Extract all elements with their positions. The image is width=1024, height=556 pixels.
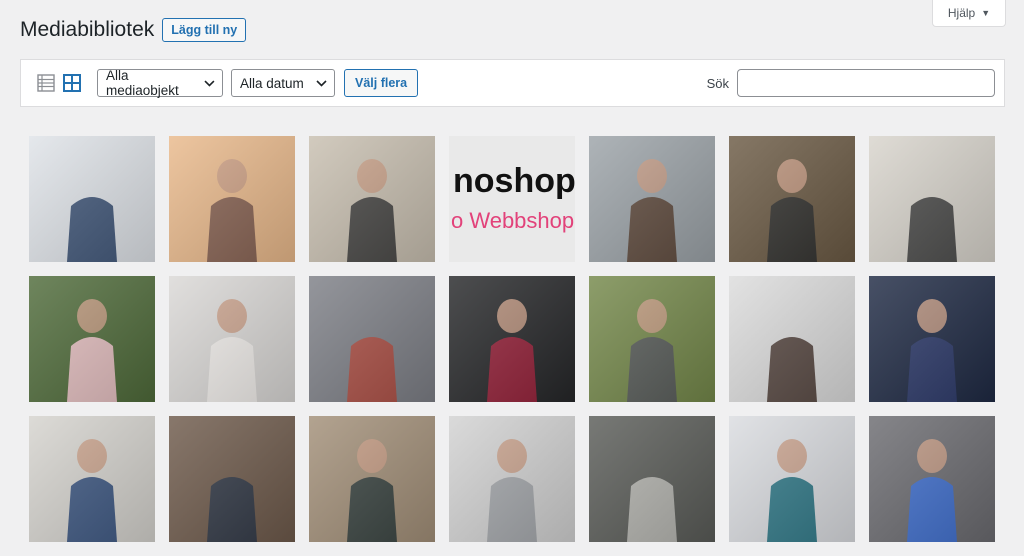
- chevron-down-icon: [316, 79, 327, 87]
- help-tab[interactable]: Hjälp ▼: [932, 0, 1006, 27]
- media-thumbnail-man-gray-tshirt[interactable]: [449, 416, 575, 542]
- caret-down-icon: ▼: [981, 8, 991, 18]
- add-new-button[interactable]: Lägg till ny: [162, 18, 247, 42]
- media-thumbnail-man-boots-bag[interactable]: [589, 136, 715, 262]
- media-grid: noshop o Webbshop: [29, 136, 995, 542]
- search-label: Sök: [706, 75, 729, 91]
- media-thumbnail-boots-forest[interactable]: [729, 136, 855, 262]
- thumbnail-image: [169, 136, 295, 262]
- thumbnail-image: [729, 276, 855, 402]
- thumbnail-image: noshop o Webbshop: [449, 136, 575, 262]
- thumbnail-image: [29, 276, 155, 402]
- search-input[interactable]: [737, 69, 995, 97]
- media-thumbnail-gray-vest-bowtie[interactable]: [589, 276, 715, 402]
- media-thumbnail-webbshop-logo[interactable]: noshop o Webbshop: [449, 136, 575, 262]
- media-thumbnail-woman-blonde-hair[interactable]: [169, 136, 295, 262]
- media-thumbnail-gray-knit-scarf[interactable]: [589, 416, 715, 542]
- thumbnail-image: [589, 276, 715, 402]
- select-multiple-button[interactable]: Välj flera: [344, 69, 419, 97]
- media-thumbnail-man-tshirt-print[interactable]: [729, 276, 855, 402]
- media-thumbnail-man-teal-tshirt[interactable]: [729, 416, 855, 542]
- media-thumbnail-jeans-beach[interactable]: [29, 416, 155, 542]
- thumbnail-image: [29, 136, 155, 262]
- media-thumbnail-navy-suit-dotted-tie[interactable]: [869, 276, 995, 402]
- media-thumbnail-sunglasses-striped-shirt[interactable]: [29, 136, 155, 262]
- thumbnail-image: [169, 276, 295, 402]
- date-filter-value: Alla datum: [240, 75, 304, 91]
- media-thumbnail-clothing-rack-store[interactable]: [309, 136, 435, 262]
- media-type-value: Alla mediaobjekt: [106, 68, 179, 98]
- thumbnail-image: [309, 276, 435, 402]
- logo-subtext: o Webbshop: [451, 208, 574, 233]
- help-label: Hjälp: [947, 6, 976, 20]
- logo-text: noshop: [453, 162, 575, 200]
- media-thumbnail-blue-sneakers[interactable]: [869, 416, 995, 542]
- thumbnail-image: [29, 416, 155, 542]
- thumbnail-image: [309, 136, 435, 262]
- thumbnail-image: [729, 136, 855, 262]
- media-thumbnail-suit-red-tie[interactable]: [449, 276, 575, 402]
- grid-view-icon[interactable]: [61, 72, 83, 94]
- thumbnail-image: [869, 136, 995, 262]
- page-title: Mediabibliotek: [20, 18, 155, 41]
- media-thumbnail-girl-cat-sweater[interactable]: [869, 136, 995, 262]
- chevron-down-icon: [204, 79, 215, 87]
- thumbnail-image: [449, 416, 575, 542]
- thumbnail-image: [449, 276, 575, 402]
- media-type-filter[interactable]: Alla mediaobjekt: [97, 68, 223, 98]
- thumbnail-image: [869, 416, 995, 542]
- media-toolbar: Alla mediaobjekt Alla datum Välj flera S…: [20, 59, 1005, 107]
- thumbnail-image: [729, 416, 855, 542]
- list-view-icon[interactable]: [35, 72, 57, 94]
- thumbnail-image: [589, 416, 715, 542]
- media-thumbnail-pink-sneakers[interactable]: [29, 276, 155, 402]
- thumbnail-image: [869, 276, 995, 402]
- date-filter[interactable]: Alla datum: [231, 69, 335, 97]
- thumbnail-image: [309, 416, 435, 542]
- media-thumbnail-woman-jeans-boots[interactable]: [169, 416, 295, 542]
- media-thumbnail-woman-white-scarf[interactable]: [169, 276, 295, 402]
- media-thumbnail-patterned-sweater[interactable]: [309, 416, 435, 542]
- thumbnail-image: [169, 416, 295, 542]
- media-thumbnail-red-scarf-coffee[interactable]: [309, 276, 435, 402]
- page-header: Mediabibliotek Lägg till ny: [20, 18, 247, 42]
- thumbnail-image: [589, 136, 715, 262]
